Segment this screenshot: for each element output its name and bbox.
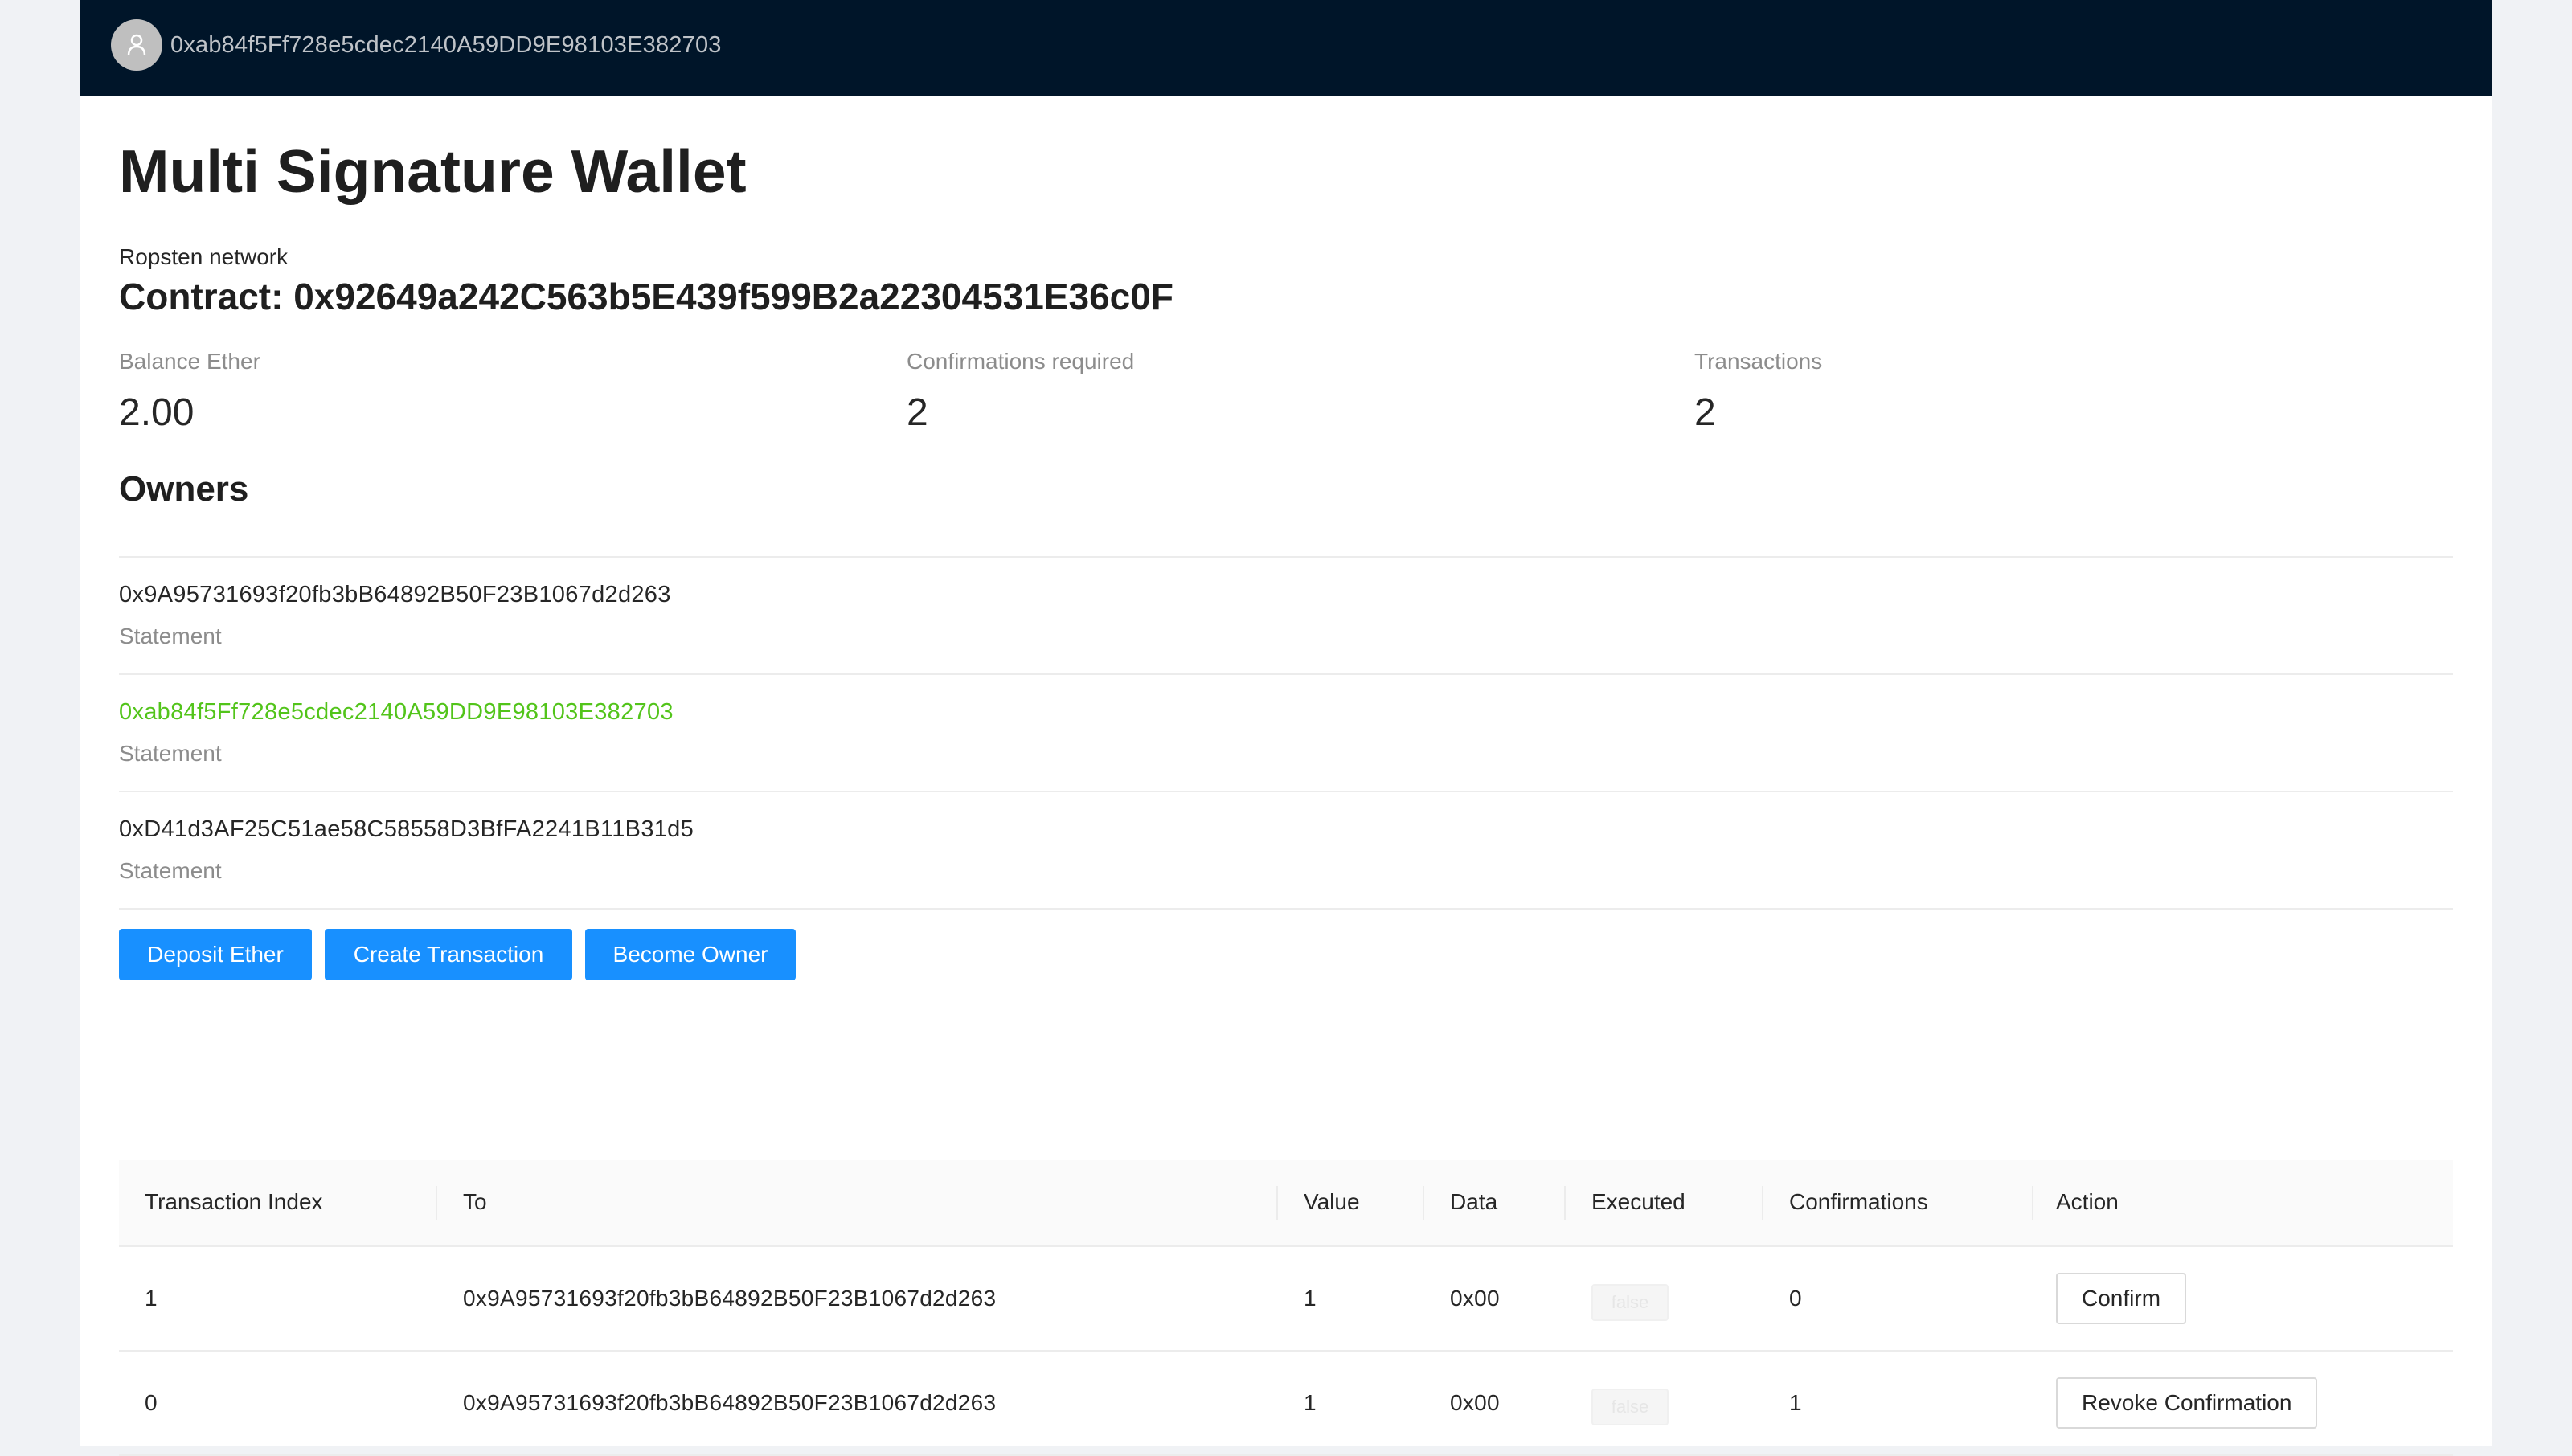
top-header: 0xab84f5Ff728e5cdec2140A59DD9E98103E3827… (80, 0, 2492, 96)
column-header-value: Value (1304, 1189, 1360, 1214)
stat-label: Balance Ether (119, 349, 260, 374)
column-header-index: Transaction Index (145, 1189, 323, 1214)
page-title: Multi Signature Wallet (119, 137, 747, 205)
stat-balance: Balance Ether 2.00 (119, 349, 260, 435)
executed-tag: false (1591, 1284, 1669, 1321)
list-item: 0xD41d3AF25C51ae58C58558D3BfFA2241B11B31… (119, 792, 2453, 910)
executed-tag: false (1591, 1389, 1669, 1425)
stat-label: Transactions (1694, 349, 1823, 374)
owners-heading: Owners (119, 469, 249, 509)
stat-value: 2 (1694, 391, 1716, 434)
stat-value: 2.00 (119, 391, 195, 434)
cell-to: 0x9A95731693f20fb3bB64892B50F23B1067d2d2… (463, 1286, 997, 1311)
app-layout: 0xab84f5Ff728e5cdec2140A59DD9E98103E3827… (80, 0, 2492, 1456)
become-owner-button[interactable]: Become Owner (585, 929, 796, 980)
contract-address: Contract: 0x92649a242C563b5E439f599B2a22… (119, 276, 1173, 317)
list-item: 0x9A95731693f20fb3bB64892B50F23B1067d2d2… (119, 558, 2453, 675)
revoke-confirmation-button[interactable]: Revoke Confirmation (2056, 1377, 2318, 1429)
stat-confirmations-required: Confirmations required 2 (907, 349, 1134, 435)
table-row: 1 0x9A95731693f20fb3bB64892B50F23B1067d2… (119, 1247, 2453, 1352)
list-item: 0xab84f5Ff728e5cdec2140A59DD9E98103E3827… (119, 675, 2453, 792)
column-divider (1423, 1186, 1424, 1220)
cell-value: 1 (1304, 1390, 1317, 1415)
owner-address: 0x9A95731693f20fb3bB64892B50F23B1067d2d2… (119, 582, 671, 607)
network-label: Ropsten network (119, 244, 289, 269)
table-row: 0 0x9A95731693f20fb3bB64892B50F23B1067d2… (119, 1352, 2453, 1456)
column-header-executed: Executed (1591, 1189, 1685, 1214)
cell-confirmations: 0 (1789, 1286, 1802, 1311)
owner-address: 0xD41d3AF25C51ae58C58558D3BfFA2241B11B31… (119, 816, 694, 842)
avatar[interactable] (111, 19, 162, 71)
confirm-button[interactable]: Confirm (2056, 1273, 2187, 1324)
column-divider (2032, 1186, 2033, 1220)
cell-data: 0x00 (1450, 1286, 1500, 1311)
cell-index: 1 (145, 1286, 158, 1311)
table-header: Transaction Index To Value Data Executed… (119, 1160, 2453, 1247)
owner-description: Statement (119, 624, 222, 648)
stat-label: Confirmations required (907, 349, 1135, 374)
create-transaction-button[interactable]: Create Transaction (325, 929, 572, 980)
user-icon (127, 34, 146, 56)
column-header-to: To (463, 1189, 487, 1214)
owner-description: Statement (119, 858, 222, 883)
column-divider (436, 1186, 437, 1220)
account-address: 0xab84f5Ff728e5cdec2140A59DD9E98103E3827… (170, 32, 722, 58)
owner-address-current: 0xab84f5Ff728e5cdec2140A59DD9E98103E3827… (119, 699, 674, 725)
transactions-table: Transaction Index To Value Data Executed… (119, 1160, 2453, 1456)
cell-to: 0x9A95731693f20fb3bB64892B50F23B1067d2d2… (463, 1390, 997, 1415)
column-header-action: Action (2056, 1189, 2119, 1214)
column-header-confirmations: Confirmations (1789, 1189, 1928, 1214)
stat-value: 2 (907, 391, 928, 434)
column-divider (1564, 1186, 1566, 1220)
column-divider (1276, 1186, 1278, 1220)
stat-transactions: Transactions 2 (1694, 349, 1822, 435)
cell-data: 0x00 (1450, 1390, 1500, 1415)
column-divider (1762, 1186, 1763, 1220)
cell-value: 1 (1304, 1286, 1317, 1311)
owner-description: Statement (119, 741, 222, 766)
cell-index: 0 (145, 1390, 158, 1415)
deposit-ether-button[interactable]: Deposit Ether (119, 929, 312, 980)
cell-confirmations: 1 (1789, 1390, 1802, 1415)
owners-list: 0x9A95731693f20fb3bB64892B50F23B1067d2d2… (119, 556, 2453, 910)
column-header-data: Data (1450, 1189, 1498, 1214)
